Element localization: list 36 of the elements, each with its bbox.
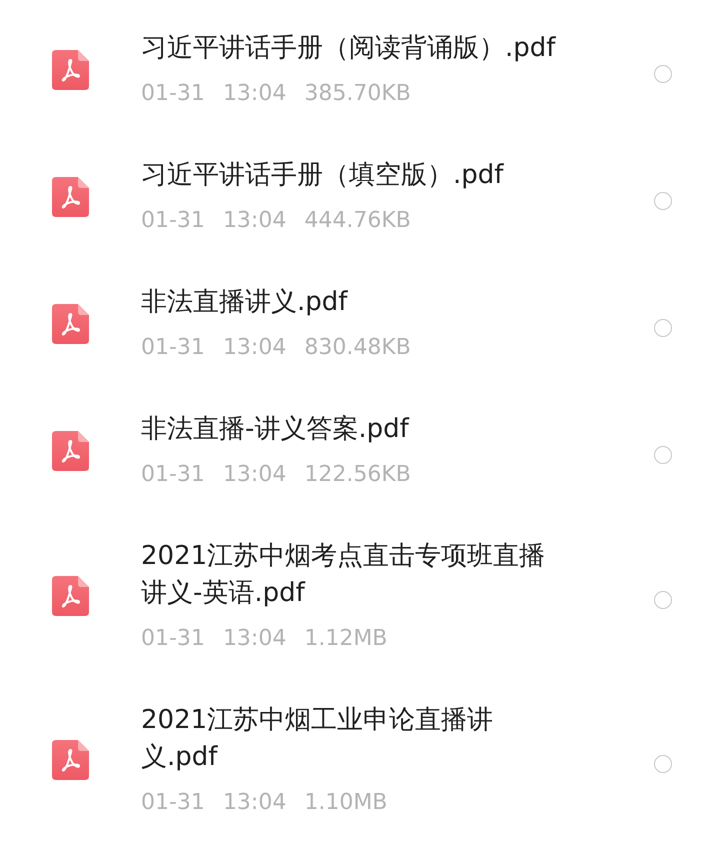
select-radio[interactable]: [654, 318, 672, 336]
file-date: 01-31: [141, 207, 205, 235]
file-name: 2021江苏中烟考点直击专项班直播 讲义-英语.pdf: [141, 540, 546, 610]
select-radio[interactable]: [654, 192, 672, 210]
file-time: 13:04: [222, 207, 286, 235]
pdf-file-icon: [52, 50, 89, 90]
file-size: 385.70KB: [304, 80, 411, 108]
file-date: 01-31: [141, 80, 205, 108]
file-name: 非法直播讲义.pdf: [141, 286, 349, 319]
file-date: 01-31: [141, 461, 205, 489]
file-date: 01-31: [141, 625, 205, 653]
file-time: 13:04: [222, 80, 286, 108]
file-date: 01-31: [141, 789, 205, 817]
pdf-file-icon: [52, 430, 89, 470]
file-name: 非法直播-讲义答案.pdf: [141, 413, 410, 446]
file-size: 1.10MB: [304, 789, 388, 817]
pdf-file-icon: [52, 740, 89, 780]
file-time: 13:04: [222, 334, 286, 362]
select-radio[interactable]: [654, 755, 672, 773]
file-date: 01-31: [141, 334, 205, 362]
file-size: 1.12MB: [304, 625, 388, 653]
select-radio[interactable]: [654, 446, 672, 464]
file-name: 习近平讲话手册（阅读背诵版）.pdf: [141, 32, 557, 65]
select-radio[interactable]: [654, 64, 672, 82]
pdf-file-icon: [52, 176, 89, 216]
file-size: 830.48KB: [304, 334, 411, 362]
file-name: 2021江苏中烟工业申论直播讲 义.pdf: [141, 704, 494, 774]
pdf-file-icon: [52, 304, 89, 344]
file-time: 13:04: [222, 789, 286, 817]
file-size: 444.76KB: [304, 207, 411, 235]
file-time: 13:04: [222, 625, 286, 653]
select-radio[interactable]: [654, 591, 672, 609]
file-name: 习近平讲话手册（填空版）.pdf: [141, 159, 505, 192]
pdf-file-icon: [52, 576, 89, 616]
file-size: 122.56KB: [304, 461, 411, 489]
file-time: 13:04: [222, 461, 286, 489]
